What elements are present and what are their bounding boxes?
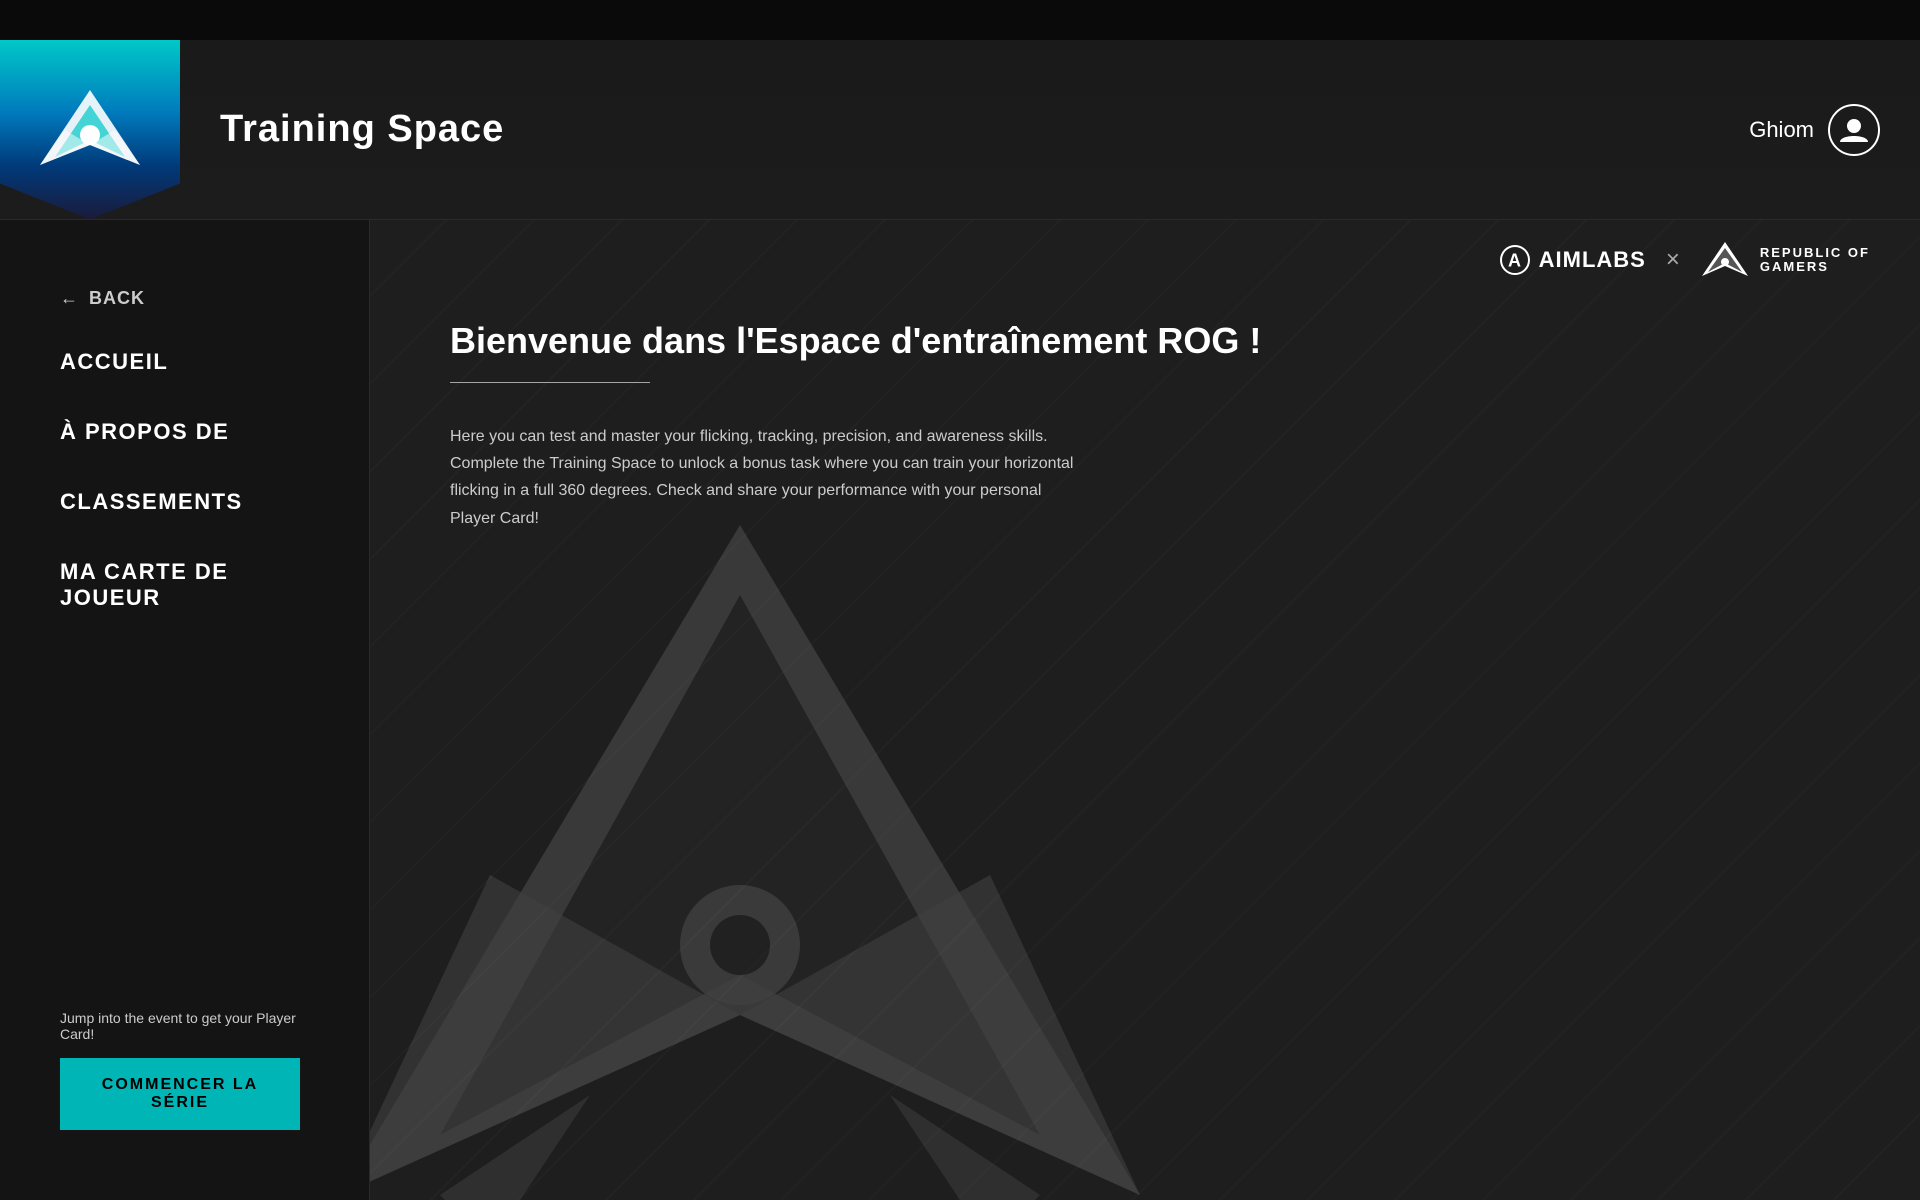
start-series-button[interactable]: COMMENCER LA SÉRIE (60, 1058, 300, 1130)
page-title: Training Space (220, 108, 504, 151)
sidebar: ← BACK ACCUEIL À PROPOS DE CLASSEMENTS M… (0, 220, 370, 1200)
title-underline (450, 382, 650, 383)
sidebar-item-carte[interactable]: MA CARTE DE JOUEUR (0, 537, 369, 633)
sidebar-back-button[interactable]: ← BACK (0, 270, 369, 327)
sidebar-item-apropos[interactable]: À PROPOS DE (0, 397, 369, 467)
rog-watermark (370, 495, 1190, 1200)
main-content: A AIMLABS × REPUBLIC OF GAMERS Bienvenue… (370, 220, 1920, 1200)
sidebar-item-classements[interactable]: CLASSEMENTS (0, 467, 369, 537)
username-label: Ghiom (1749, 117, 1814, 143)
sidebar-nav: ← BACK ACCUEIL À PROPOS DE CLASSEMENTS M… (0, 260, 369, 980)
sidebar-item-accueil[interactable]: ACCUEIL (0, 327, 369, 397)
avatar[interactable] (1828, 104, 1880, 156)
rog-logo-banner (0, 40, 180, 220)
back-label: BACK (89, 288, 145, 309)
content-area: Bienvenue dans l'Espace d'entraînement R… (370, 220, 1920, 592)
back-arrow-icon: ← (60, 288, 79, 309)
sidebar-bottom: Jump into the event to get your Player C… (0, 980, 369, 1160)
user-info: Ghiom (1749, 104, 1880, 156)
main-layout: ← BACK ACCUEIL À PROPOS DE CLASSEMENTS M… (0, 220, 1920, 1200)
cta-description: Jump into the event to get your Player C… (60, 1010, 309, 1042)
topbar (0, 0, 1920, 40)
welcome-title: Bienvenue dans l'Espace d'entraînement R… (450, 320, 1840, 362)
rog-logo-icon (35, 85, 145, 175)
welcome-description: Here you can test and master your flicki… (450, 423, 1090, 532)
header: Training Space Ghiom (0, 40, 1920, 220)
